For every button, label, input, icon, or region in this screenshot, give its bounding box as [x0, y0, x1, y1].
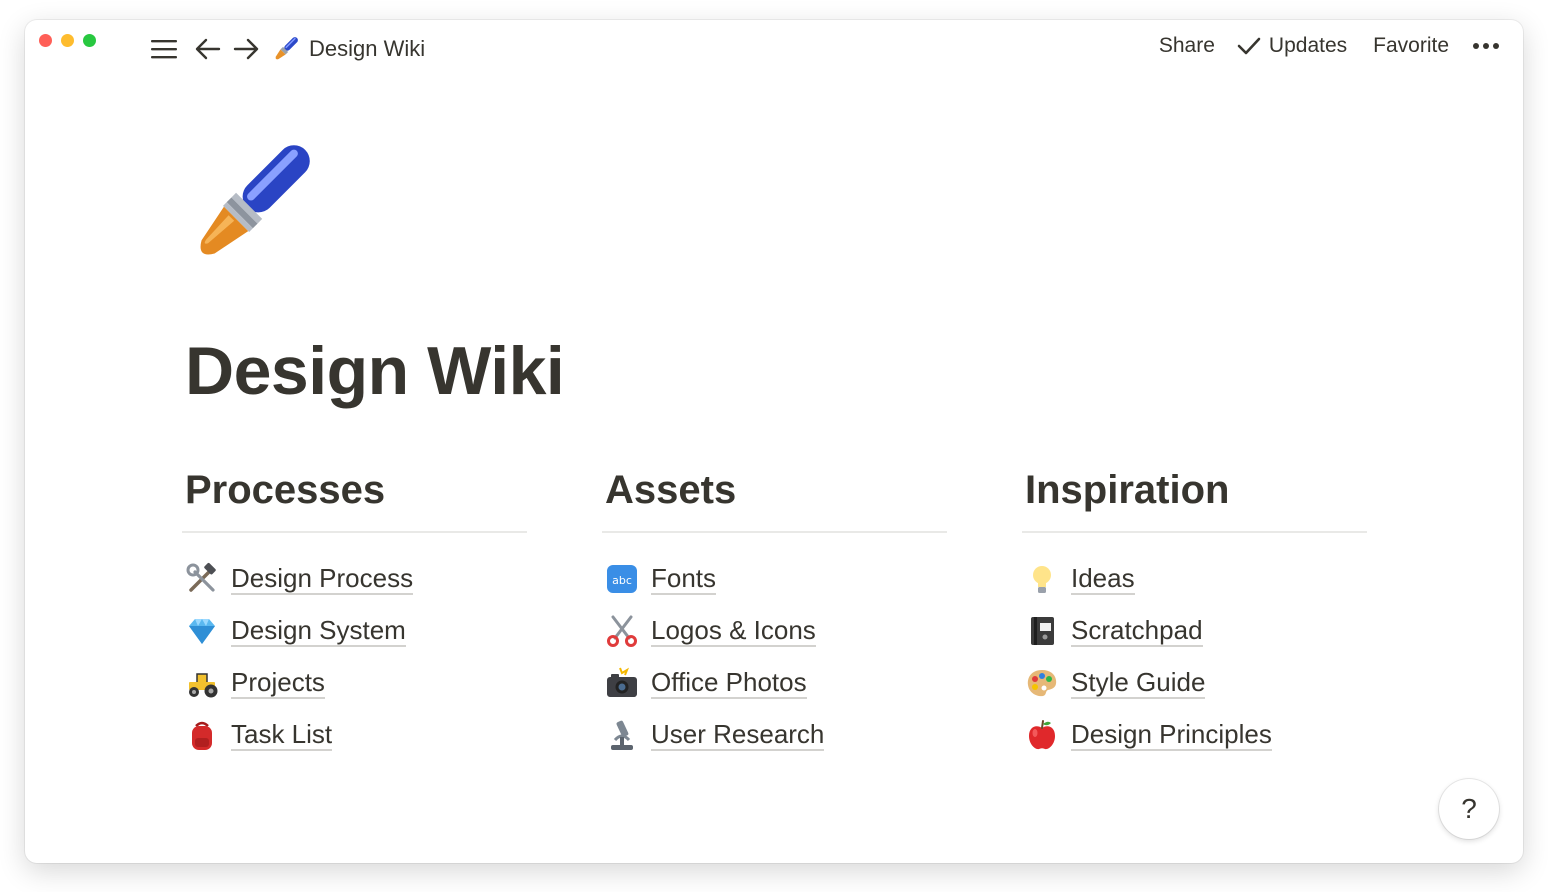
app-window: Design Wiki Share Updates Favorite Desig…	[25, 20, 1523, 863]
column-assets: Assets abc Fonts Logos & Icons Office Ph…	[602, 468, 947, 761]
arrow-left-icon[interactable]	[193, 34, 223, 64]
arrow-right-icon[interactable]	[231, 34, 261, 64]
link-label: Design Principles	[1071, 719, 1272, 751]
check-icon	[1237, 37, 1261, 55]
link-label: Logos & Icons	[651, 615, 816, 647]
link-label: Scratchpad	[1071, 615, 1203, 647]
camera-flash-icon	[607, 667, 637, 697]
column-heading[interactable]: Processes	[182, 468, 527, 533]
link-label: Design Process	[231, 563, 414, 595]
link-projects[interactable]: Projects	[185, 657, 527, 709]
hamburger-icon[interactable]	[149, 34, 179, 64]
link-list: Design Process Design System Projects Ta…	[182, 553, 527, 761]
link-label: Office Photos	[651, 667, 807, 699]
more-horizontal-icon[interactable]	[1473, 43, 1499, 49]
column-inspiration: Inspiration Ideas Scratchpad Style Guide…	[1022, 468, 1367, 761]
backpack-icon	[192, 721, 212, 750]
help-button[interactable]: ?	[1439, 779, 1499, 839]
scissors-icon	[607, 615, 637, 647]
favorite-button[interactable]: Favorite	[1373, 34, 1449, 58]
share-button[interactable]: Share	[1159, 34, 1215, 58]
column-heading[interactable]: Inspiration	[1022, 468, 1367, 533]
lightbulb-icon	[1033, 566, 1051, 593]
updates-button[interactable]: Updates	[1237, 34, 1347, 58]
palette-icon	[1027, 670, 1057, 697]
link-label: Projects	[231, 667, 325, 699]
breadcrumb[interactable]: Design Wiki	[271, 34, 425, 64]
link-design-process[interactable]: Design Process	[185, 553, 527, 605]
link-list: abc Fonts Logos & Icons Office Photos Us…	[602, 553, 947, 761]
link-label: Design System	[231, 615, 406, 647]
link-label: User Research	[651, 719, 825, 751]
notebook-icon	[1031, 617, 1054, 645]
link-user-research[interactable]: User Research	[605, 709, 947, 761]
topbar-left: Design Wiki	[149, 34, 425, 64]
link-fonts[interactable]: abc Fonts	[605, 553, 947, 605]
column-processes: Processes Design Process Design System P…	[182, 468, 527, 761]
link-style-guide[interactable]: Style Guide	[1025, 657, 1367, 709]
link-design-system[interactable]: Design System	[185, 605, 527, 657]
link-logos-icons[interactable]: Logos & Icons	[605, 605, 947, 657]
breadcrumb-label: Design Wiki	[309, 36, 426, 61]
link-label: Fonts	[651, 563, 717, 595]
updates-label: Updates	[1268, 34, 1348, 57]
topbar: Design Wiki Share Updates Favorite	[25, 20, 1523, 80]
link-label: Task List	[231, 719, 333, 751]
tractor-icon	[189, 673, 218, 698]
link-office-photos[interactable]: Office Photos	[605, 657, 947, 709]
link-task-list[interactable]: Task List	[185, 709, 527, 761]
link-label: Ideas	[1071, 563, 1135, 595]
link-scratchpad[interactable]: Scratchpad	[1025, 605, 1367, 657]
link-label: Style Guide	[1071, 667, 1206, 699]
paintbrush-icon	[275, 37, 298, 60]
apple-icon	[1029, 720, 1055, 750]
paintbrush-icon[interactable]	[185, 138, 317, 270]
column-heading[interactable]: Assets	[602, 468, 947, 533]
link-ideas[interactable]: Ideas	[1025, 553, 1367, 605]
link-list: Ideas Scratchpad Style Guide Design Prin…	[1022, 553, 1367, 761]
svg-text:abc: abc	[612, 574, 632, 587]
page-title[interactable]: Design Wiki	[185, 332, 565, 410]
gem-icon	[189, 619, 215, 644]
hammer-wrench-icon	[186, 562, 216, 592]
link-design-principles[interactable]: Design Principles	[1025, 709, 1367, 761]
abc-icon: abc	[607, 565, 637, 593]
topbar-right: Share Updates Favorite	[1159, 34, 1499, 58]
microscope-icon	[611, 720, 633, 750]
